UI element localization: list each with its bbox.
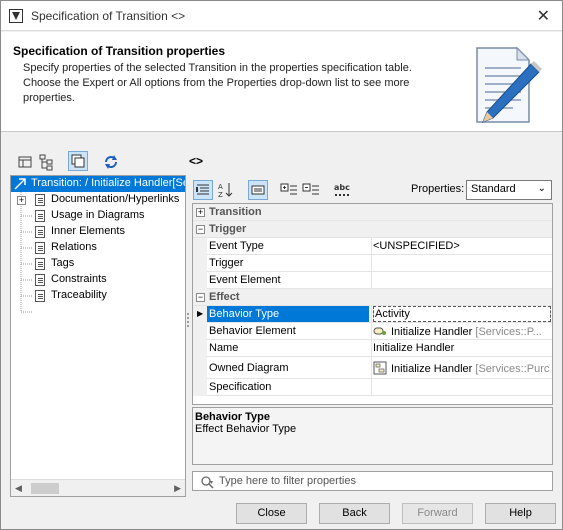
specification-tree: Transition: / Initialize Handler[Se + Do…	[10, 175, 186, 497]
category-transition[interactable]: + Transition	[193, 204, 552, 221]
close-button[interactable]: Close	[236, 503, 307, 524]
expand-icon[interactable]: +	[196, 208, 205, 217]
property-row-behavior-element[interactable]: Behavior Element Initialize Handler [Ser…	[193, 323, 552, 340]
dropdown-arrow-icon: ▾	[210, 480, 214, 486]
dialog-header: Specification of Transition properties S…	[1, 32, 562, 132]
spell-check-icon[interactable]: abc	[333, 180, 353, 200]
properties-label: Properties:	[411, 183, 465, 195]
sort-alphabetical-icon[interactable]: AZ	[216, 180, 236, 200]
refresh-icon[interactable]	[101, 152, 121, 172]
app-icon	[9, 9, 23, 23]
document-icon	[35, 226, 45, 238]
window-title: Specification of Transition <>	[31, 9, 186, 23]
close-window-icon[interactable]: ✕	[537, 6, 550, 26]
properties-grid: + Transition − Trigger Event Type <UNSPE…	[192, 203, 553, 405]
property-value[interactable]: <UNSPECIFIED>	[373, 240, 551, 252]
properties-pane: AZ abc Properties: Standard ⌄ + Transiti…	[192, 177, 553, 465]
list-view-icon[interactable]	[15, 152, 35, 172]
property-value[interactable]: Initialize Handler [Services::P...	[373, 325, 551, 338]
collapse-all-icon[interactable]	[301, 180, 321, 200]
filter-input[interactable]: ▾ Type here to filter properties	[192, 471, 553, 491]
description-text: Effect Behavior Type	[195, 423, 297, 435]
property-row-owned-diagram[interactable]: Owned Diagram Initialize Handler [Servic…	[193, 357, 552, 379]
property-value[interactable]: Initialize Handler [Services::Purc	[373, 361, 551, 375]
diagram-icon	[373, 361, 387, 375]
back-button[interactable]: Back	[319, 503, 390, 524]
filter-placeholder: Type here to filter properties	[219, 475, 356, 487]
document-pencil-icon	[476, 46, 542, 123]
category-effect[interactable]: − Effect	[193, 289, 552, 306]
title-bar: Specification of Transition <> ✕	[1, 1, 562, 31]
scroll-thumb[interactable]	[31, 483, 59, 494]
property-row-event-type[interactable]: Event Type <UNSPECIFIED>	[193, 238, 552, 255]
document-icon	[35, 274, 45, 286]
chevron-down-icon: ⌄	[537, 183, 546, 194]
category-trigger[interactable]: − Trigger	[193, 221, 552, 238]
panel-splitter[interactable]	[186, 311, 190, 331]
property-row-event-element[interactable]: Event Element	[193, 272, 552, 289]
properties-dropdown[interactable]: Standard ⌄	[466, 180, 552, 200]
header-title: Specification of Transition properties	[13, 44, 226, 58]
properties-toolbar: AZ abc Properties: Standard ⌄	[192, 177, 553, 203]
show-description-icon[interactable]	[248, 180, 268, 200]
svg-text:Z: Z	[218, 191, 223, 199]
header-description: Specify properties of the selected Trans…	[23, 62, 412, 104]
property-description-panel: Behavior Type Effect Behavior Type	[192, 407, 553, 465]
forward-button[interactable]: Forward	[402, 503, 473, 524]
categorized-view-icon[interactable]	[193, 180, 213, 200]
scroll-left-icon[interactable]: ◀	[15, 483, 22, 494]
document-icon	[35, 242, 45, 254]
tree-horizontal-scrollbar[interactable]: ◀ ▶	[11, 479, 185, 496]
element-name: <>	[189, 154, 204, 168]
expand-all-icon[interactable]	[279, 180, 299, 200]
document-icon	[35, 210, 45, 222]
svg-text:abc: abc	[334, 183, 350, 192]
document-icon	[35, 290, 45, 302]
help-button[interactable]: Help	[485, 503, 556, 524]
tree-view-icon[interactable]	[37, 152, 57, 172]
document-icon	[35, 258, 45, 270]
tree-item-transition[interactable]: Transition: / Initialize Handler[Se	[11, 176, 185, 192]
tree-connectors	[20, 192, 33, 313]
document-icon	[35, 194, 45, 206]
scroll-right-icon[interactable]: ▶	[174, 483, 181, 494]
transition-icon	[14, 178, 26, 190]
svg-text:A: A	[218, 183, 223, 191]
property-row-trigger[interactable]: Trigger	[193, 255, 552, 272]
collapse-icon[interactable]: −	[196, 293, 205, 302]
open-specification-icon[interactable]	[68, 151, 88, 171]
properties-selected-value: Standard	[471, 183, 516, 195]
row-pointer-icon: ▶	[197, 309, 204, 318]
property-value[interactable]: Activity	[373, 306, 551, 322]
expand-icon[interactable]: +	[17, 196, 26, 205]
property-row-behavior-type[interactable]: ▶ Behavior Type Activity	[193, 306, 552, 323]
button-bar: Close Back Forward Help	[1, 499, 562, 529]
property-value[interactable]: Initialize Handler	[373, 342, 551, 354]
activity-icon	[373, 327, 386, 335]
collapse-icon[interactable]: −	[196, 225, 205, 234]
description-title: Behavior Type	[195, 411, 270, 423]
property-row-specification[interactable]: Specification	[193, 379, 552, 396]
property-row-name[interactable]: Name Initialize Handler	[193, 340, 552, 357]
specification-dialog: Specification of Transition <> ✕ Specifi…	[0, 0, 563, 530]
